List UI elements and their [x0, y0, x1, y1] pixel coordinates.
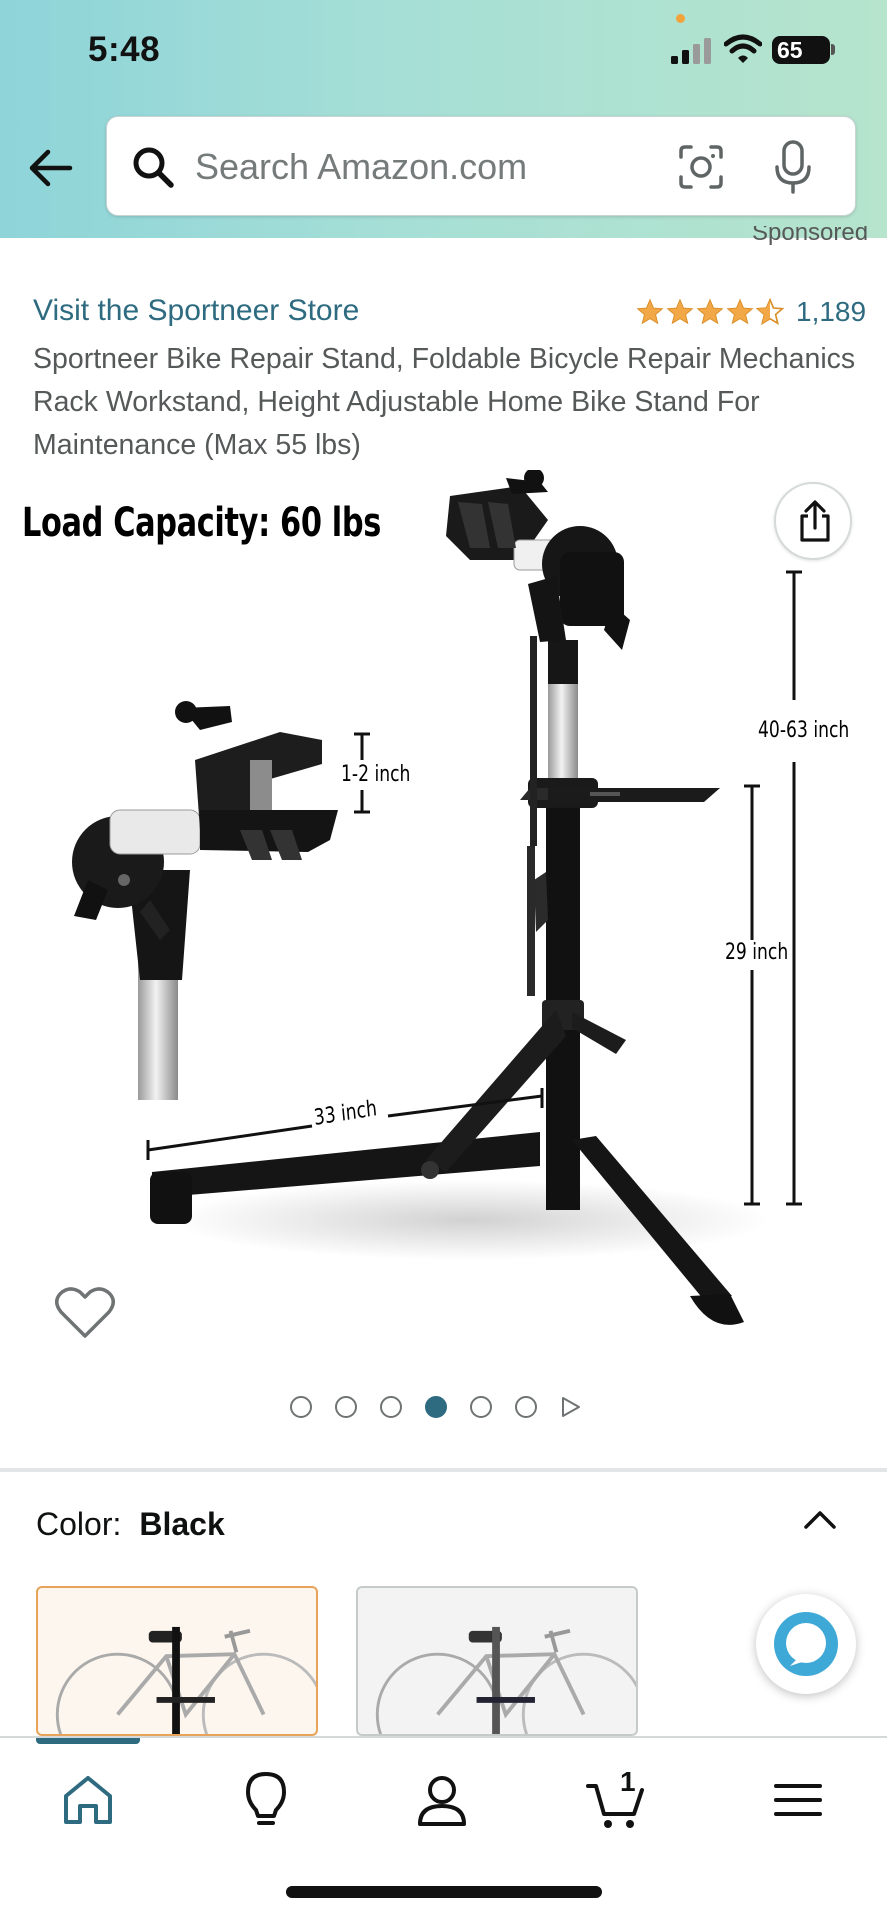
section-divider: [0, 1468, 887, 1472]
product-title: Sportneer Bike Repair Stand, Foldable Bi…: [33, 343, 856, 461]
carousel-dot[interactable]: [380, 1396, 402, 1418]
search-icon: [133, 147, 174, 188]
status-time: 5:48: [88, 30, 161, 69]
share-icon: [800, 500, 830, 542]
color-swatch-black[interactable]: [36, 1586, 318, 1736]
color-selector: Color: Black: [36, 1506, 225, 1543]
active-tab-indicator: [36, 1738, 140, 1744]
image-carousel-dots[interactable]: [290, 1396, 582, 1418]
star-icon: [696, 298, 724, 325]
nav-account[interactable]: [410, 1768, 474, 1832]
lightbulb-icon: [246, 1772, 286, 1825]
nav-menu[interactable]: [766, 1768, 830, 1832]
nav-inspire[interactable]: [234, 1768, 298, 1832]
store-link[interactable]: Visit the Sportneer Store: [33, 294, 359, 328]
color-swatch-silver[interactable]: [356, 1586, 638, 1736]
home-icon: [64, 1776, 112, 1824]
search-bar[interactable]: [106, 116, 856, 216]
color-value: Black: [139, 1506, 225, 1542]
microphone-icon[interactable]: [773, 139, 813, 195]
total-height-label: 40-63 inch: [758, 718, 850, 743]
battery-indicator: 65: [772, 36, 830, 64]
carousel-dot[interactable]: [335, 1396, 357, 1418]
search-input[interactable]: [195, 139, 655, 195]
tray-height-label: 29 inch: [725, 940, 789, 965]
product-image[interactable]: [0, 470, 887, 1350]
rating-count[interactable]: 1,189: [796, 296, 866, 328]
wifi-icon: [724, 34, 762, 63]
cart-icon: [586, 1784, 644, 1828]
alexa-icon: [774, 1612, 838, 1676]
clamp-detail-inset: [72, 701, 338, 1100]
bike-stand-thumbnail: [375, 1626, 636, 1734]
camera-icon[interactable]: [677, 143, 725, 191]
clamp-size-label: 1-2 inch: [341, 762, 411, 787]
rating[interactable]: 1,189: [636, 296, 866, 328]
account-icon: [418, 1776, 466, 1826]
battery-tip: [831, 44, 835, 55]
bike-stand-thumbnail: [55, 1626, 316, 1734]
star-icon: [636, 298, 664, 325]
back-arrow-icon[interactable]: [24, 140, 80, 196]
star-rating: [636, 298, 784, 326]
privacy-indicator-dot: [676, 14, 685, 23]
nav-cart[interactable]: [584, 1768, 648, 1832]
carousel-dot-active[interactable]: [425, 1396, 447, 1418]
star-icon: [726, 298, 754, 325]
share-button[interactable]: [774, 482, 852, 560]
alexa-button[interactable]: [756, 1594, 856, 1694]
header: 5:48 65: [0, 0, 887, 238]
carousel-dot[interactable]: [515, 1396, 537, 1418]
carousel-dot[interactable]: [290, 1396, 312, 1418]
color-label: Color:: [36, 1506, 122, 1542]
sponsored-label: Sponsored: [752, 226, 869, 246]
menu-icon: [774, 1784, 822, 1816]
cart-count-badge: 1: [620, 1766, 636, 1797]
home-indicator-bar[interactable]: [286, 1886, 602, 1898]
cellular-signal-icon: [671, 38, 711, 64]
play-next-icon[interactable]: [560, 1396, 582, 1418]
chevron-up-icon[interactable]: [800, 1500, 840, 1540]
nav-home[interactable]: [56, 1768, 120, 1832]
star-icon: [666, 298, 694, 325]
heart-icon[interactable]: [54, 1284, 116, 1340]
carousel-dot[interactable]: [470, 1396, 492, 1418]
half-star-icon: [756, 298, 784, 326]
load-capacity-label: Load Capacity: 60 lbs: [22, 500, 381, 546]
